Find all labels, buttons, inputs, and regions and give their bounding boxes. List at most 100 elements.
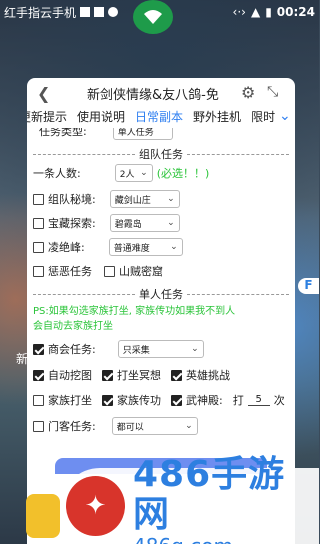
wushen-label: 武神殿: <box>186 394 223 407</box>
task-type-row: 任务类型: 单人任务 <box>39 128 173 140</box>
hero-challenge-checkbox[interactable] <box>171 369 182 381</box>
chevron-down-icon: ⌄ <box>170 242 178 252</box>
single-note-line2: 会自动去家族打坐 <box>33 317 113 332</box>
family-sit-checkbox[interactable] <box>33 394 44 406</box>
meditate-label: 打坐冥想 <box>117 369 161 382</box>
wushen-prefix: 打 <box>232 394 244 407</box>
app-shortcut-icon[interactable] <box>26 494 60 538</box>
watermark-text: 486手游网 486g.com <box>133 455 319 544</box>
task-type-select[interactable]: 单人任务 <box>112 128 173 140</box>
circle-icon <box>108 7 119 17</box>
back-chevron-icon[interactable]: ❮ <box>37 84 50 103</box>
chevron-down-icon: ⌄ <box>167 218 175 228</box>
chevron-down-icon: ⌄ <box>167 194 175 204</box>
task-type-label: 任务类型: <box>39 128 87 138</box>
single-note-text2: 会自动去家族打坐 <box>33 321 113 332</box>
shop-task-checkbox[interactable] <box>33 343 44 355</box>
wifi-badge-icon[interactable] <box>133 0 173 34</box>
chevron-down-icon: ⌄ <box>191 344 199 354</box>
window-title: 新剑侠情缘&友八鸽-免 <box>87 88 219 103</box>
team-count-row: 一条人数: 2人 ⌄ (必选！！) <box>33 164 209 182</box>
team-count-label: 一条人数: <box>33 167 81 180</box>
square-icon <box>80 7 91 17</box>
meditate-checkbox[interactable] <box>102 369 113 381</box>
team-count-value: 2人 <box>119 169 135 180</box>
lingjue-label: 凌绝峰: <box>48 241 85 254</box>
menke-task-label: 门客任务: <box>48 420 96 433</box>
signal-icon: ▲ <box>250 5 261 19</box>
hero-challenge-label: 英雄挑战 <box>186 369 230 382</box>
family-transfer-checkbox[interactable] <box>102 394 113 406</box>
menke-task-row: 门客任务: 都可以 ⌄ <box>33 417 198 435</box>
team-row-baozang: 宝藏探索: 碧霞岛 ⌄ <box>33 214 180 232</box>
family-transfer-label: 家族传功 <box>117 394 161 407</box>
single-note-text1: PS:如果勾选家族打坐, 家族传功如果我不到人 <box>33 306 236 317</box>
team-count-note: (必选！！) <box>156 167 210 180</box>
team-count-select[interactable]: 2人 ⌄ <box>114 164 153 182</box>
wushen-count-input[interactable]: 5 <box>247 394 270 406</box>
baozang-select[interactable]: 碧霞岛 ⌄ <box>109 214 180 232</box>
mijing-label: 组队秘境: <box>48 193 96 206</box>
tab-limited[interactable]: 限时 <box>251 108 275 128</box>
watermark: ✦ 486手游网 486g.com <box>60 455 319 544</box>
mijing-select[interactable]: 藏剑山庄 ⌄ <box>109 190 180 208</box>
chengee-checkbox[interactable] <box>33 265 44 277</box>
side-right-badge[interactable]: F <box>298 278 319 294</box>
divider <box>187 293 289 295</box>
divider <box>33 293 135 295</box>
chevron-down-icon: ⌄ <box>185 421 193 431</box>
team-row-mijing: 组队秘境: 藏剑山庄 ⌄ <box>33 190 180 208</box>
chengee-label: 惩恶任务 <box>48 265 92 278</box>
tab-field-afk[interactable]: 野外挂机 <box>193 108 241 128</box>
shrink-icon[interactable]: ⤡ <box>267 84 278 100</box>
auto-dig-checkbox[interactable] <box>33 369 44 381</box>
chevron-down-icon[interactable]: ⌄ <box>279 108 291 124</box>
task-type-value: 单人任务 <box>117 128 154 138</box>
gear-icon[interactable]: ⚙ <box>241 83 255 102</box>
single-section-title: 单人任务 <box>139 288 183 301</box>
single-row-2: 家族打坐 家族传功 武神殿: 打 5 次 <box>33 392 285 408</box>
team-row-lingjue: 凌绝峰: 普通难度 ⌄ <box>33 238 183 256</box>
wushen-checkbox[interactable] <box>171 394 182 406</box>
window-titlebar: ❮ 新剑侠情缘&友八鸽-免 ⚙ ⤡ <box>27 78 295 108</box>
lingjue-checkbox[interactable] <box>33 241 44 253</box>
watermark-title: 486手游网 <box>133 454 286 535</box>
divider <box>187 153 289 155</box>
baozang-label: 宝藏探索: <box>48 217 96 230</box>
auto-dig-label: 自动挖图 <box>48 369 92 382</box>
lingjue-select[interactable]: 普通难度 ⌄ <box>108 238 183 256</box>
status-time: 00:24 <box>276 5 315 19</box>
baozang-value: 碧霞岛 <box>114 219 142 230</box>
wifi-icon <box>144 10 162 24</box>
shanzei-checkbox[interactable] <box>104 265 115 277</box>
shop-task-select[interactable]: 只采集 ⌄ <box>117 340 204 358</box>
square-icon <box>94 7 105 17</box>
team-section-header: 组队任务 <box>33 146 289 162</box>
tab-usage[interactable]: 使用说明 <box>77 108 125 128</box>
watermark-url: 486g.com <box>133 535 319 544</box>
baozang-checkbox[interactable] <box>33 217 44 229</box>
mijing-value: 藏剑山庄 <box>114 195 151 206</box>
mijing-checkbox[interactable] <box>33 193 44 205</box>
menke-task-checkbox[interactable] <box>33 420 44 432</box>
menke-task-value: 都可以 <box>116 422 144 433</box>
team-section-title: 组队任务 <box>139 148 183 161</box>
code-icon: ‹·› <box>232 5 246 19</box>
single-row-1: 自动挖图 打坐冥想 英雄挑战 <box>33 367 230 383</box>
battery-icon: ▮ <box>265 5 272 19</box>
divider <box>33 153 135 155</box>
tab-update-tips[interactable]: 更新提示 <box>27 108 67 128</box>
single-note-line1: PS:如果勾选家族打坐, 家族传功如果我不到人 <box>33 302 235 317</box>
family-sit-label: 家族打坐 <box>48 394 92 407</box>
tab-daily-dungeon[interactable]: 日常副本 <box>135 108 183 128</box>
team-extra-row: 惩恶任务 山贼密窟 <box>33 263 163 279</box>
chevron-down-icon: ⌄ <box>140 168 148 178</box>
watermark-logo-icon: ✦ <box>66 476 125 536</box>
lingjue-value: 普通难度 <box>113 243 150 254</box>
menke-task-select[interactable]: 都可以 ⌄ <box>111 417 198 435</box>
shop-task-row: 商会任务: 只采集 ⌄ <box>33 340 204 358</box>
shop-task-label: 商会任务: <box>48 343 96 356</box>
status-app-title: 红手指云手机 <box>4 5 77 20</box>
tab-bar: 更新提示 使用说明 日常副本 野外挂机 限时 <box>27 108 275 128</box>
shop-task-value: 只采集 <box>122 345 150 356</box>
